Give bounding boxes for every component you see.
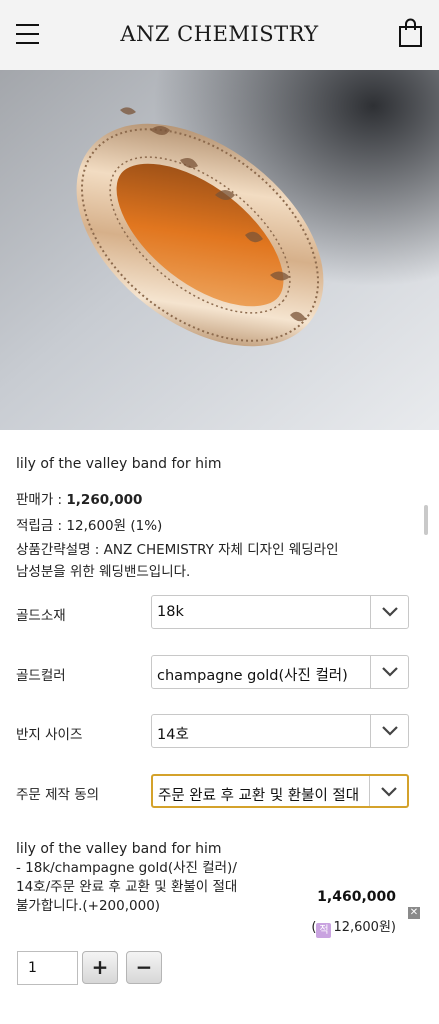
product-name: lily of the valley band for him xyxy=(16,456,222,472)
chevron-down-icon[interactable] xyxy=(370,715,408,747)
selected-option-line: 불가합니다.(+200,000) xyxy=(16,898,161,914)
product-price: 판매가 : 1,260,000 xyxy=(16,488,416,508)
gold-color-select[interactable]: champagne gold(사진 컬러) xyxy=(151,655,409,689)
quantity-increase-button[interactable]: + xyxy=(82,951,118,984)
description-line: 상품간략설명 : ANZ CHEMISTRY 자체 디자인 웨딩라인 xyxy=(16,542,339,558)
option-label-ring-size: 반지 사이즈 xyxy=(16,727,83,743)
option-label-gold-color: 골드컬러 xyxy=(16,668,66,684)
price-label: 판매가 : xyxy=(16,492,67,508)
shopping-bag-icon[interactable] xyxy=(398,18,424,48)
selected-product-name: lily of the valley band for him xyxy=(16,841,222,857)
select-value: 14호 xyxy=(157,727,189,743)
option-label-order-agreement: 주문 제작 동의 xyxy=(16,787,100,803)
selected-option-line: 14호/주문 완료 후 교환 및 환불이 절대 xyxy=(16,879,238,895)
selected-points: (적 12,600원) xyxy=(311,916,396,938)
ring-size-select[interactable]: 14호 xyxy=(151,714,409,748)
select-value: 주문 완료 후 교환 및 환불이 절대 xyxy=(158,788,360,804)
points-value: 12,600원) xyxy=(333,920,396,935)
page-scrollbar[interactable] xyxy=(424,505,428,535)
price-value: 1,260,000 xyxy=(66,492,143,508)
selected-option-line: - 18k/champagne gold(사진 컬러)/ xyxy=(16,860,237,876)
top-header: ANZ CHEMISTRY xyxy=(0,0,439,70)
description-line: 남성분을 위한 웨딩밴드입니다. xyxy=(16,564,191,580)
select-value: champagne gold(사진 컬러) xyxy=(157,668,348,684)
chevron-down-icon[interactable] xyxy=(370,596,408,628)
order-agreement-select[interactable]: 주문 완료 후 교환 및 환불이 절대 xyxy=(151,774,409,808)
select-value: 18k xyxy=(157,604,184,620)
quantity-input[interactable]: 1 xyxy=(17,951,78,985)
chevron-down-icon[interactable] xyxy=(370,656,408,688)
option-label-gold-material: 골드소재 xyxy=(16,608,66,624)
product-description: 상품간략설명 : ANZ CHEMISTRY 자체 디자인 웨딩라인 남성분을 … xyxy=(16,539,416,583)
points-badge-icon: 적 xyxy=(316,923,332,938)
selected-total-price: 1,460,000 xyxy=(317,889,396,905)
brand-logo[interactable]: ANZ CHEMISTRY xyxy=(0,22,439,46)
product-image xyxy=(0,70,439,430)
chevron-down-icon[interactable] xyxy=(369,776,407,806)
product-points: 적립금 : 12,600원 (1%) xyxy=(16,518,163,534)
quantity-decrease-button[interactable]: − xyxy=(126,951,162,984)
gold-material-select[interactable]: 18k xyxy=(151,595,409,629)
remove-selection-button[interactable]: ✕ xyxy=(408,907,420,919)
